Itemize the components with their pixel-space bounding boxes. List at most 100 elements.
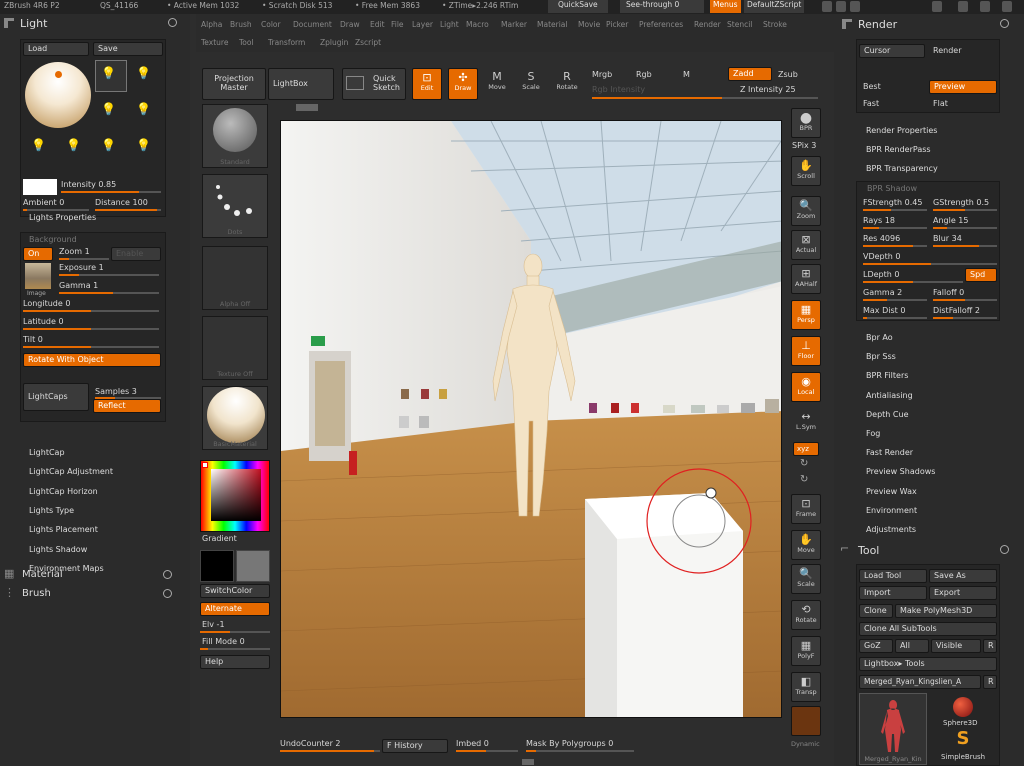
aahalf-button[interactable]: ⊞ AAHalf bbox=[791, 264, 821, 294]
spd-button[interactable]: Spd bbox=[965, 268, 997, 282]
fast-button[interactable]: Fast bbox=[863, 99, 879, 108]
gradient-label[interactable]: Gradient bbox=[202, 534, 237, 543]
render-sub-item[interactable]: Adjustments bbox=[866, 525, 916, 534]
refresh-icon[interactable] bbox=[168, 18, 177, 27]
distance-slider[interactable]: Distance 100 bbox=[95, 198, 148, 207]
longitude-slider[interactable]: Longitude 0 bbox=[23, 299, 70, 308]
mrgb-button[interactable]: Mrgb bbox=[592, 70, 612, 79]
render-sub-item[interactable]: Depth Cue bbox=[866, 410, 909, 419]
render-sub-item[interactable]: BPR Filters bbox=[866, 371, 908, 380]
alpha-thumb[interactable]: Alpha Off bbox=[202, 246, 268, 310]
load-button[interactable]: Load bbox=[23, 42, 89, 56]
render-title[interactable]: Render bbox=[858, 18, 897, 31]
preview-button[interactable]: Preview bbox=[929, 80, 997, 94]
zoom-slider[interactable]: Zoom 1 bbox=[59, 247, 90, 256]
bulb-icon[interactable]: 💡 bbox=[136, 66, 151, 80]
layout-icon[interactable] bbox=[836, 1, 846, 12]
menu-material[interactable]: Material bbox=[537, 20, 567, 29]
menu-texture[interactable]: Texture bbox=[201, 38, 228, 47]
render-sub-item[interactable]: Preview Shadows bbox=[866, 467, 935, 476]
save-as-button[interactable]: Save As bbox=[929, 569, 997, 583]
dynamic-label[interactable]: Dynamic bbox=[791, 740, 820, 748]
tray-handle-icon[interactable] bbox=[4, 18, 14, 28]
quicksave-button[interactable]: QuickSave bbox=[548, 0, 608, 13]
light-sub-item[interactable]: LightCap Horizon bbox=[29, 487, 98, 496]
imbed-slider[interactable]: Imbed 0 bbox=[456, 739, 489, 748]
bottom-scroll-handle[interactable] bbox=[522, 759, 534, 765]
move-button[interactable]: M Move bbox=[482, 68, 512, 100]
fill-mode-slider[interactable]: Fill Mode 0 bbox=[202, 637, 245, 646]
best-button[interactable]: Best bbox=[863, 82, 881, 91]
edit-button[interactable]: ⊡ Edit bbox=[412, 68, 442, 100]
refresh-icon[interactable] bbox=[163, 589, 172, 598]
menus-button[interactable]: Menus bbox=[710, 0, 741, 13]
enable-button[interactable]: Enable bbox=[111, 247, 161, 261]
projection-master-button[interactable]: Projection Master bbox=[202, 68, 266, 100]
visible-button[interactable]: Visible bbox=[931, 639, 981, 653]
ambient-slider[interactable]: Ambient 0 bbox=[23, 198, 64, 207]
light-sub-item[interactable]: Lights Shadow bbox=[29, 545, 87, 554]
intensity-slider[interactable]: Intensity 0.85 bbox=[61, 180, 116, 189]
maximize-icon[interactable] bbox=[980, 1, 990, 12]
menu-brush[interactable]: Brush bbox=[230, 20, 252, 29]
default-zscript-button[interactable]: DefaultZScript bbox=[744, 0, 805, 13]
scale-view-button[interactable]: 🔍 Scale bbox=[791, 564, 821, 594]
vdepth-slider[interactable]: VDepth 0 bbox=[863, 252, 900, 261]
samples-slider[interactable]: Samples 3 bbox=[95, 387, 137, 396]
make-polymesh-button[interactable]: Make PolyMesh3D bbox=[895, 604, 997, 618]
res-slider[interactable]: Res 4096 bbox=[863, 234, 900, 243]
sphere3d-icon[interactable] bbox=[953, 697, 973, 717]
render-sub-item[interactable]: Antialiasing bbox=[866, 391, 913, 400]
bpr-button[interactable]: ● BPR bbox=[791, 108, 821, 138]
bpr-shadow-header[interactable]: BPR Shadow bbox=[867, 184, 917, 193]
floor-button[interactable]: ⊥ Floor bbox=[791, 336, 821, 366]
rotate-axis-icon[interactable]: ↻ bbox=[800, 474, 808, 485]
stroke-thumb[interactable]: Dots bbox=[202, 174, 268, 238]
zsub-button[interactable]: Zsub bbox=[778, 70, 798, 79]
all-button[interactable]: All bbox=[895, 639, 929, 653]
load-tool-button[interactable]: Load Tool bbox=[859, 569, 927, 583]
rgb-button[interactable]: Rgb bbox=[636, 70, 652, 79]
render-sub-item[interactable]: Preview Wax bbox=[866, 487, 917, 496]
menu-file[interactable]: File bbox=[391, 20, 404, 29]
tool-r-button[interactable]: R bbox=[983, 675, 997, 689]
shadow-gamma-slider[interactable]: Gamma 2 bbox=[863, 288, 902, 297]
render-sub-item[interactable]: Fast Render bbox=[866, 448, 913, 457]
sphere3d-label[interactable]: Sphere3D bbox=[943, 719, 978, 727]
falloff-slider[interactable]: Falloff 0 bbox=[933, 288, 964, 297]
background-header[interactable]: Background bbox=[29, 235, 77, 244]
scale-button[interactable]: S Scale bbox=[516, 68, 546, 100]
simplebrush-label[interactable]: SimpleBrush bbox=[941, 753, 985, 761]
ldepth-slider[interactable]: LDepth 0 bbox=[863, 270, 899, 279]
light-sub-item[interactable]: LightCap Adjustment bbox=[29, 467, 113, 476]
menu-edit[interactable]: Edit bbox=[370, 20, 385, 29]
menu-marker[interactable]: Marker bbox=[501, 20, 527, 29]
flat-button[interactable]: Flat bbox=[933, 99, 948, 108]
render-sub-item[interactable]: Bpr Sss bbox=[866, 352, 896, 361]
render-sub-item[interactable]: Bpr Ao bbox=[866, 333, 893, 342]
menu-tool[interactable]: Tool bbox=[239, 38, 254, 47]
lightcaps-button[interactable]: LightCaps bbox=[23, 383, 89, 411]
elv-slider[interactable]: Elv -1 bbox=[202, 620, 225, 629]
texture-thumb[interactable]: Texture Off bbox=[202, 316, 268, 380]
reflect-button[interactable]: Reflect bbox=[93, 399, 161, 413]
color-picker[interactable] bbox=[200, 460, 270, 532]
draw-button[interactable]: ✣ Draw bbox=[448, 68, 478, 100]
import-button[interactable]: Import bbox=[859, 586, 927, 600]
bulb-icon[interactable]: 💡 bbox=[136, 102, 151, 116]
canvas-viewport[interactable] bbox=[280, 120, 782, 718]
rotate-button[interactable]: R Rotate bbox=[552, 68, 582, 100]
material-thumb[interactable]: BasicMaterial bbox=[202, 386, 268, 450]
m-button[interactable]: M bbox=[683, 70, 690, 79]
rgb-intensity-slider[interactable]: Rgb Intensity bbox=[592, 85, 645, 94]
rotate-view-button[interactable]: ⟲ Rotate bbox=[791, 600, 821, 630]
render-sub-item[interactable]: Fog bbox=[866, 429, 880, 438]
bpr-renderpass-item[interactable]: BPR RenderPass bbox=[866, 145, 931, 154]
menu-zplugin[interactable]: Zplugin bbox=[320, 38, 348, 47]
background-on-button[interactable]: On bbox=[23, 247, 53, 261]
brush-icon[interactable]: ⋮ bbox=[4, 586, 18, 600]
material-icon[interactable]: ▦ bbox=[4, 567, 18, 581]
bulb-icon[interactable]: 💡 bbox=[136, 138, 151, 152]
dynamic-button[interactable] bbox=[791, 706, 821, 736]
polyf-button[interactable]: ▦ PolyF bbox=[791, 636, 821, 666]
